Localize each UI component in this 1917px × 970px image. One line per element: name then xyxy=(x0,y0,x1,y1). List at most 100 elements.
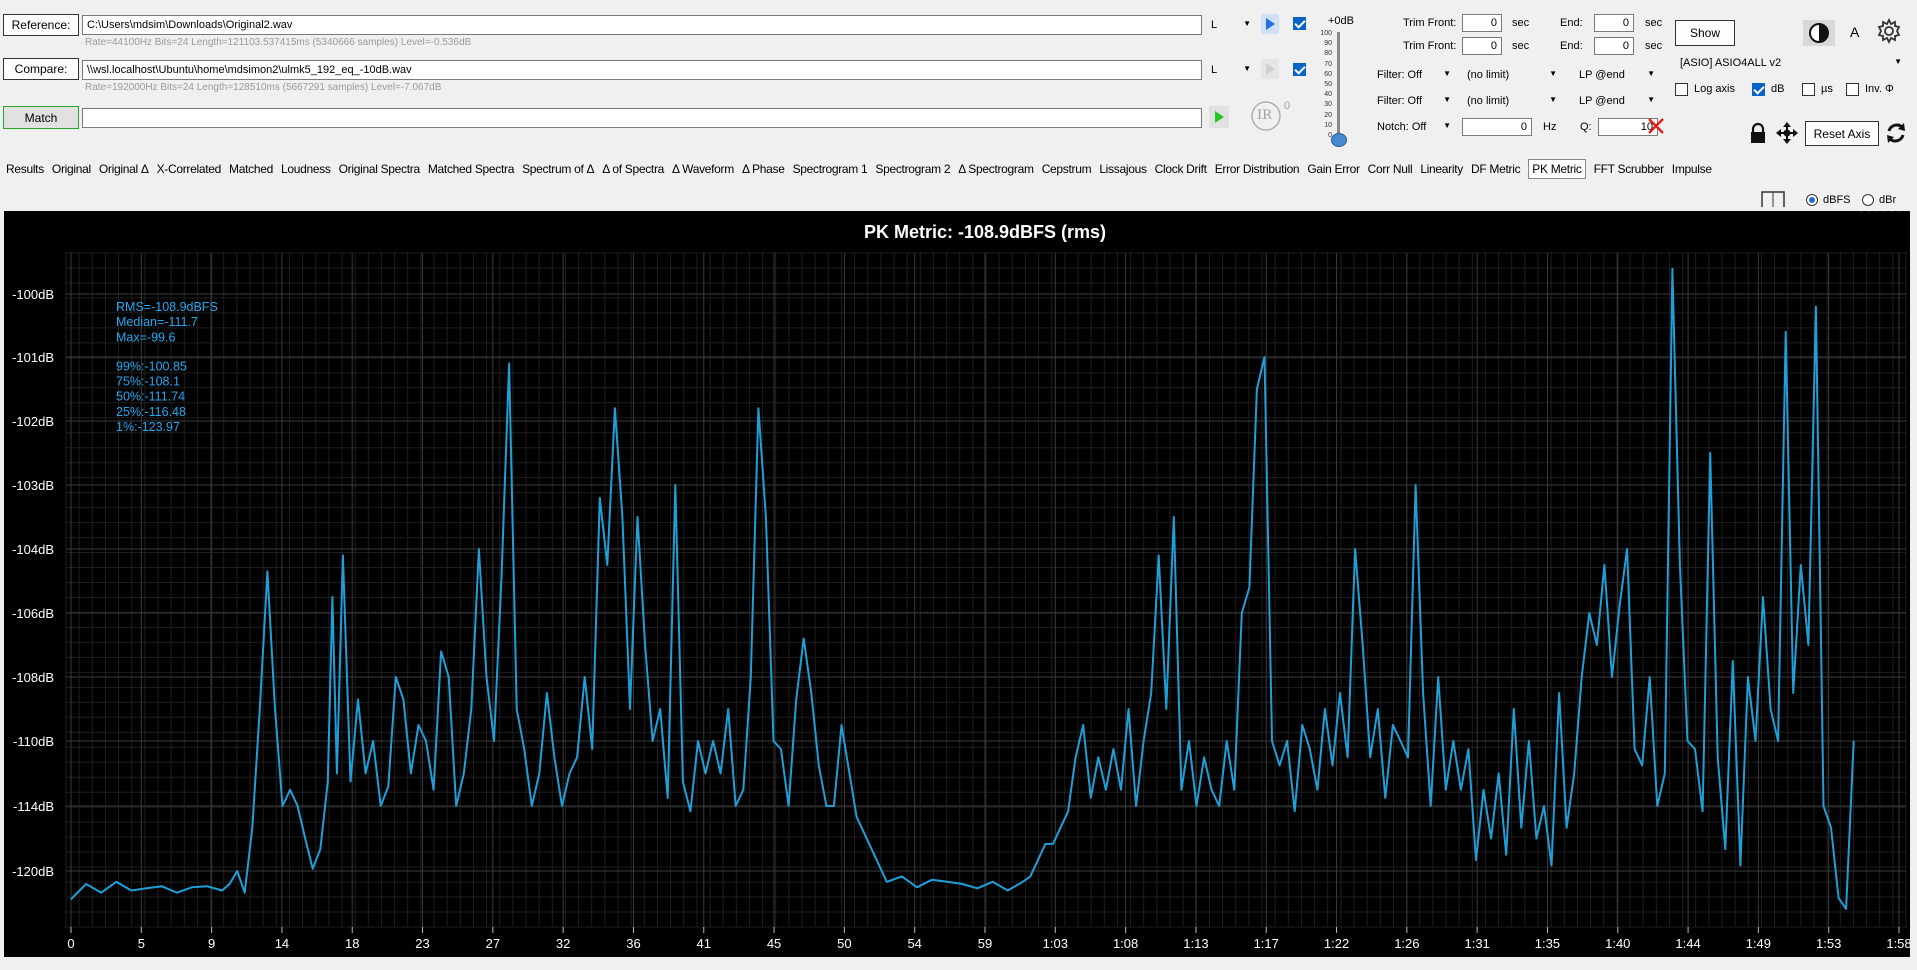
tab-original[interactable]: Original Δ xyxy=(99,158,149,180)
tab-original[interactable]: Original xyxy=(52,158,91,180)
compare-path-field[interactable]: \\wsl.localhost\Ubuntu\home\mdsimon2\ulm… xyxy=(82,60,1202,80)
filter-select-1[interactable]: Filter: Off ▼ xyxy=(1372,66,1456,84)
trim-end-input-2[interactable]: 0 xyxy=(1594,37,1634,55)
tab-impulse[interactable]: Impulse xyxy=(1672,158,1712,180)
tab-matched[interactable]: Matched xyxy=(229,158,273,180)
contrast-icon[interactable] xyxy=(1803,20,1835,46)
reference-channel-select[interactable]: L ▼ xyxy=(1206,16,1256,34)
reference-path-field[interactable]: C:\Users\mdsim\Downloads\Original2.wav xyxy=(82,15,1202,35)
trim-front-input-1[interactable]: 0 xyxy=(1462,14,1502,32)
refresh-icon[interactable] xyxy=(1883,120,1909,146)
plot-options-icon[interactable] xyxy=(1760,190,1786,208)
ir-icon[interactable]: IR xyxy=(1250,100,1282,132)
db-checkbox[interactable] xyxy=(1752,83,1765,96)
match-play-icon[interactable] xyxy=(1209,106,1229,128)
data-point xyxy=(206,885,208,887)
gear-icon[interactable] xyxy=(1876,17,1902,45)
tab-cepstrum[interactable]: Cepstrum xyxy=(1042,158,1092,180)
device-select[interactable]: [ASIO] ASIO4ALL v2 ▼ xyxy=(1675,54,1907,72)
y-tick-label: -103dB xyxy=(12,478,54,493)
data-point xyxy=(788,805,790,807)
tab-spectrogram[interactable]: Δ Spectrogram xyxy=(958,158,1034,180)
filter-select-2[interactable]: Filter: Off ▼ xyxy=(1372,92,1456,110)
data-point xyxy=(70,898,72,900)
lp-select-1[interactable]: LP @end ▼ xyxy=(1574,66,1660,84)
pk-metric-plot[interactable]: -100dB -101dB -102dB -103dB -104dB -106dB -108… xyxy=(4,210,1912,957)
limit-select-1[interactable]: (no limit) ▼ xyxy=(1462,66,1562,84)
tab-matched-spectra[interactable]: Matched Spectra xyxy=(428,158,515,180)
volume-thumb[interactable] xyxy=(1331,133,1347,147)
lp-select-2[interactable]: LP @end ▼ xyxy=(1574,92,1660,110)
tab-linearity[interactable]: Linearity xyxy=(1420,158,1463,180)
font-toggle[interactable]: A xyxy=(1850,24,1859,40)
chevron-down-icon: ▼ xyxy=(1443,121,1451,130)
pk-metric-chart[interactable]: -100dB -101dB -102dB -103dB -104dB -106dB -108… xyxy=(4,210,1912,957)
tab-spectrogram-2[interactable]: Spectrogram 2 xyxy=(875,158,950,180)
dbfs-radio[interactable] xyxy=(1806,194,1818,206)
tab-original-spectra[interactable]: Original Spectra xyxy=(339,158,421,180)
tab-results[interactable]: Results xyxy=(6,158,44,180)
lock-icon[interactable] xyxy=(1748,122,1768,144)
compare-button[interactable]: Compare: xyxy=(3,58,79,80)
data-point xyxy=(244,892,246,894)
tab-loudness[interactable]: Loudness xyxy=(281,158,331,180)
data-point xyxy=(349,781,352,783)
volume-tick-label: 80 xyxy=(1324,50,1332,58)
reset-axis-button[interactable]: Reset Axis xyxy=(1805,121,1879,146)
data-point xyxy=(1475,859,1477,861)
compare-channel-select[interactable]: L ▼ xyxy=(1206,61,1256,79)
tab-clock-drift[interactable]: Clock Drift xyxy=(1155,158,1207,180)
tab-bar: Results Original Original Δ X-Correlated Mat… xyxy=(0,158,1917,180)
tab-of-spectra[interactable]: Δ of Spectra xyxy=(602,158,664,180)
tab-phase[interactable]: Δ Phase xyxy=(742,158,785,180)
log-axis-checkbox[interactable] xyxy=(1675,83,1688,96)
data-point xyxy=(561,805,563,807)
data-point xyxy=(1656,805,1658,807)
data-point xyxy=(1377,708,1379,710)
y-tick-label: -120dB xyxy=(12,864,54,879)
tab-error-distribution[interactable]: Error Distribution xyxy=(1215,158,1300,180)
move-icon[interactable] xyxy=(1775,121,1799,145)
data-point xyxy=(1301,724,1303,726)
tab-pk-metric[interactable]: PK Metric xyxy=(1528,159,1586,179)
tab-fft-scrubber[interactable]: FFT Scrubber xyxy=(1594,158,1665,180)
match-button[interactable]: Match xyxy=(3,106,79,129)
y-tick-label: -110dB xyxy=(13,734,54,749)
x-tick-label: 23 xyxy=(415,936,429,951)
x-tick-label: 1:49 xyxy=(1746,936,1771,951)
tab-x-correlated[interactable]: X-Correlated xyxy=(157,158,222,180)
tab-gain-error[interactable]: Gain Error xyxy=(1307,158,1360,180)
data-point xyxy=(1853,740,1855,742)
tab-lissajous[interactable]: Lissajous xyxy=(1099,158,1147,180)
tab-spectrum-of[interactable]: Spectrum of Δ xyxy=(522,158,594,180)
tab-waveform[interactable]: Δ Waveform xyxy=(672,158,734,180)
trim-end-input-1[interactable]: 0 xyxy=(1594,14,1634,32)
reference-button[interactable]: Reference: xyxy=(3,14,79,36)
match-path-field[interactable] xyxy=(82,108,1202,128)
data-point xyxy=(1717,756,1719,758)
tab-corr-null[interactable]: Corr Null xyxy=(1368,158,1413,180)
dbr-radio[interactable] xyxy=(1862,194,1874,206)
volume-tick-label: 10 xyxy=(1324,121,1332,129)
us-checkbox[interactable] xyxy=(1802,83,1815,96)
limit-select-2[interactable]: (no limit) ▼ xyxy=(1462,92,1562,110)
compare-play-icon[interactable] xyxy=(1261,59,1279,79)
notch-freq-input[interactable]: 0 xyxy=(1462,118,1532,136)
reference-play-icon[interactable] xyxy=(1261,14,1279,34)
trim-front-input-2[interactable]: 0 xyxy=(1462,37,1502,55)
data-point xyxy=(886,881,888,883)
stats-line: Max=-99.6 xyxy=(116,330,175,344)
tab-spectrogram-1[interactable]: Spectrogram 1 xyxy=(793,158,868,180)
tab-df-metric[interactable]: DF Metric xyxy=(1471,158,1521,180)
reference-enable-checkbox[interactable] xyxy=(1293,17,1306,30)
inv-phase-checkbox[interactable] xyxy=(1846,83,1859,96)
volume-slider[interactable]: 100 90 80 70 60 50 40 30 20 10 0 xyxy=(1318,30,1348,147)
close-icon[interactable] xyxy=(1646,116,1666,136)
data-point xyxy=(644,644,646,646)
data-point xyxy=(1679,564,1681,566)
data-point xyxy=(1090,797,1092,799)
notch-value: Notch: Off xyxy=(1377,121,1427,133)
show-button[interactable]: Show xyxy=(1675,20,1735,46)
compare-enable-checkbox[interactable] xyxy=(1293,63,1306,76)
notch-select[interactable]: Notch: Off ▼ xyxy=(1372,118,1456,136)
